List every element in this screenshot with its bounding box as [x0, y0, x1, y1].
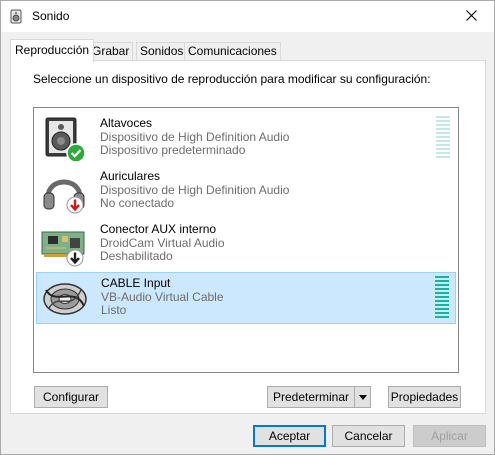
apply-button-label: Aplicar: [431, 429, 468, 443]
device-text: Altavoces Dispositivo de High Definition…: [100, 116, 290, 158]
device-text: CABLE Input VB-Audio Virtual Cable Listo: [101, 276, 224, 318]
close-icon: [465, 9, 477, 24]
device-driver: Dispositivo de High Definition Audio: [100, 182, 290, 197]
properties-button[interactable]: Propiedades: [388, 386, 461, 408]
window-title: Sonido: [32, 9, 70, 23]
device-status: Dispositivo predeterminado: [100, 143, 246, 157]
device-item-aux-connector[interactable]: Conector AUX interno DroidCam Virtual Au…: [36, 219, 456, 271]
tab-sounds[interactable]: Sonidos: [136, 42, 188, 61]
chevron-down-icon: [358, 390, 367, 404]
apply-button[interactable]: Aplicar: [413, 425, 486, 447]
device-text: Conector AUX interno DroidCam Virtual Au…: [100, 222, 225, 264]
tab-recording[interactable]: Grabar: [88, 42, 134, 61]
properties-button-label: Propiedades: [390, 390, 459, 404]
tab-playback[interactable]: Reproducción: [10, 39, 95, 62]
set-default-button-label: Predeterminar: [272, 390, 350, 404]
device-text: Auriculares Dispositivo de High Definiti…: [100, 169, 290, 211]
cancel-button-label: Cancelar: [344, 429, 393, 443]
device-status: Listo: [101, 303, 127, 317]
not-connected-arrow-icon: [66, 196, 84, 217]
device-name: Altavoces: [100, 116, 153, 130]
device-driver: Dispositivo de High Definition Audio: [100, 129, 290, 144]
device-name: Conector AUX interno: [100, 222, 217, 236]
speaker-icon: [10, 9, 24, 24]
accept-button[interactable]: Aceptar: [253, 425, 326, 447]
device-status: No conectado: [100, 196, 175, 210]
device-item-speakers[interactable]: Altavoces Dispositivo de High Definition…: [36, 113, 456, 165]
device-driver: VB-Audio Virtual Cable: [101, 289, 224, 304]
accept-button-label: Aceptar: [268, 429, 311, 443]
device-driver: DroidCam Virtual Audio: [100, 235, 225, 250]
tab-communications[interactable]: Comunicaciones: [184, 42, 281, 61]
playback-panel: Seleccione un dispositivo de reproducció…: [10, 60, 486, 414]
close-button[interactable]: [448, 1, 494, 32]
volume-meter: [435, 276, 449, 320]
device-item-headphones[interactable]: Auriculares Dispositivo de High Definiti…: [36, 166, 456, 218]
device-name: CABLE Input: [101, 276, 171, 290]
volume-meter: [436, 116, 450, 160]
configure-button-label: Configurar: [42, 390, 100, 404]
set-default-dropdown[interactable]: [354, 387, 370, 407]
set-default-button[interactable]: Predeterminar: [267, 386, 371, 408]
configure-button[interactable]: Configurar: [34, 386, 108, 408]
sound-dialog: Sonido Reproducción Grabar Sonidos Comun…: [0, 0, 495, 455]
cable-reel-icon: [41, 276, 89, 322]
instruction-text: Seleccione un dispositivo de reproducció…: [33, 72, 431, 86]
disabled-arrow-icon: [66, 249, 84, 270]
default-check-icon: [66, 143, 86, 166]
cancel-button[interactable]: Cancelar: [332, 425, 405, 447]
device-list[interactable]: Altavoces Dispositivo de High Definition…: [33, 107, 459, 373]
device-name: Auriculares: [100, 169, 161, 183]
title-bar[interactable]: Sonido: [1, 1, 494, 32]
device-status: Deshabilitado: [100, 249, 173, 263]
device-item-cable-input[interactable]: CABLE Input VB-Audio Virtual Cable Listo: [36, 272, 456, 324]
